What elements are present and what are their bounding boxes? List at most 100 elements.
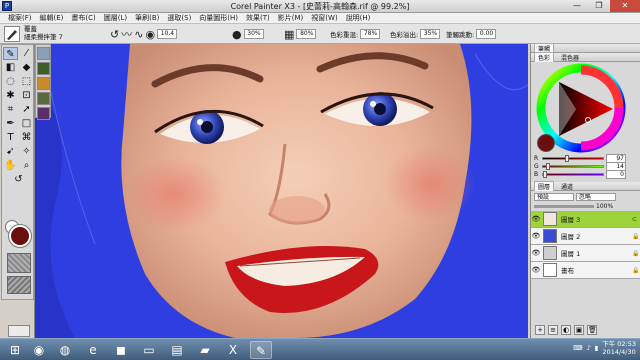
volume-icon[interactable]: ♪: [586, 344, 590, 352]
menu-layers[interactable]: 圖層(L): [100, 13, 131, 23]
firefox-icon[interactable]: ◍: [54, 341, 76, 359]
brush-category-swatch[interactable]: [37, 47, 50, 60]
lock-icon[interactable]: 🔒: [632, 233, 640, 240]
maximize-button[interactable]: ❐: [588, 0, 610, 12]
lock-icon[interactable]: 🔒: [632, 250, 640, 257]
blue-slider[interactable]: [542, 170, 604, 178]
weave-swatch-small[interactable]: [37, 107, 50, 120]
green-slider-knob[interactable]: [546, 162, 550, 170]
layer-adjuster-tool-icon[interactable]: ➚: [19, 103, 34, 116]
main-color-swatch[interactable]: [9, 225, 31, 247]
gradient-swatch-small[interactable]: [37, 77, 50, 90]
menu-file[interactable]: 檔案(F): [4, 13, 36, 23]
tab-channels[interactable]: 通道: [558, 182, 576, 191]
dropper-tool-icon[interactable]: ⁄: [19, 47, 34, 60]
grabber-tool-icon[interactable]: ✋: [3, 159, 18, 172]
line-icon[interactable]: ◼: [110, 341, 132, 359]
menu-effects[interactable]: 效果(T): [242, 13, 274, 23]
rect-select-tool-icon[interactable]: ⬚: [19, 75, 34, 88]
composite-method-select[interactable]: 預設: [534, 193, 574, 201]
bleed-field[interactable]: 35%: [420, 29, 441, 39]
layer-row-2[interactable]: 👁 圖層 2 🔒: [531, 228, 640, 245]
layer-row-1[interactable]: 👁 圖層 1 🔒: [531, 245, 640, 262]
app-icon[interactable]: ▤: [166, 341, 188, 359]
layer-opacity-slider[interactable]: [534, 205, 594, 208]
transform-tool-icon[interactable]: ⊡: [19, 89, 34, 102]
ie-icon[interactable]: e: [82, 341, 104, 359]
lock-icon[interactable]: 🔒: [632, 267, 640, 274]
pattern-swatch-small[interactable]: [37, 92, 50, 105]
menu-edit[interactable]: 編輯(E): [36, 13, 68, 23]
start-icon[interactable]: ⊞: [4, 341, 26, 359]
pattern-selector[interactable]: [7, 276, 31, 294]
folder-icon[interactable]: ▭: [138, 341, 160, 359]
stroke-attrib-icon[interactable]: ∿: [134, 28, 143, 41]
mirror-tool-icon[interactable]: ✧: [19, 145, 34, 158]
lasso-tool-icon[interactable]: ◌: [3, 75, 18, 88]
menu-help[interactable]: 說明(H): [342, 13, 375, 23]
menu-select[interactable]: 選取(S): [163, 13, 195, 23]
group-icon[interactable]: ▣: [574, 325, 584, 335]
photoshop-icon[interactable]: ▰: [194, 341, 216, 359]
paper-swatch-small[interactable]: [37, 62, 50, 75]
jitter-field[interactable]: 0.00: [476, 29, 497, 39]
fill-tool-icon[interactable]: ◆: [19, 61, 34, 74]
tab-color[interactable]: 色彩: [534, 52, 555, 62]
brush-category[interactable]: 覆蓋: [24, 25, 63, 33]
eye-icon[interactable]: 👁: [531, 215, 541, 223]
media-selector-button[interactable]: [8, 325, 30, 337]
brush-tool-icon[interactable]: ✎: [3, 47, 18, 60]
shape-tool-icon[interactable]: □: [19, 117, 34, 130]
menu-shapes[interactable]: 向量圖形(H): [195, 13, 242, 23]
tab-layers[interactable]: 圖層: [534, 181, 555, 191]
keyboard-icon[interactable]: ⌨: [573, 344, 582, 352]
red-slider-knob[interactable]: [565, 154, 569, 162]
color-panel-main-swatch[interactable]: [537, 134, 555, 152]
crop-tool-icon[interactable]: ⌗: [3, 103, 18, 116]
chrome-icon[interactable]: ◉: [28, 341, 50, 359]
close-button[interactable]: ✕: [610, 0, 640, 12]
red-slider[interactable]: [542, 154, 604, 162]
pen-tool-icon[interactable]: ✒: [3, 117, 18, 130]
resat-field[interactable]: 78%: [360, 29, 381, 39]
clock[interactable]: 下午 02:53 2014/4/30: [602, 340, 636, 356]
menu-window[interactable]: 視窗(W): [307, 13, 341, 23]
eye-icon[interactable]: 👁: [531, 266, 541, 274]
trash-icon[interactable]: 🗑: [587, 325, 597, 335]
brush-variant[interactable]: 細柔攪拌筆 7: [24, 33, 63, 41]
composite-depth-select[interactable]: 忽略: [575, 193, 616, 201]
menu-brushes[interactable]: 筆刷(B): [131, 13, 163, 23]
painting-canvas[interactable]: [34, 44, 528, 338]
network-icon[interactable]: ▮: [595, 344, 599, 352]
blue-slider-knob[interactable]: [543, 170, 547, 178]
layer-options-icon[interactable]: ≡: [548, 325, 558, 335]
menu-canvas[interactable]: 畫布(C): [67, 13, 99, 23]
stroke-type-icon[interactable]: 〰: [121, 26, 132, 42]
reset-tool-icon[interactable]: ↺: [110, 28, 119, 41]
eraser-tool-icon[interactable]: ◧: [3, 61, 18, 74]
magnifier-tool-icon[interactable]: ⌕: [19, 159, 34, 172]
new-layer-button[interactable]: +: [535, 325, 545, 335]
divine-proportion-tool-icon[interactable]: ⌘: [19, 131, 34, 144]
painter-taskbar-icon[interactable]: ✎: [250, 341, 272, 359]
minimize-button[interactable]: —: [566, 0, 588, 12]
size-field[interactable]: 10.4: [157, 29, 178, 39]
rotate-page-tool-icon[interactable]: ↺: [3, 173, 34, 186]
menu-movie[interactable]: 影片(M): [274, 13, 308, 23]
mask-icon[interactable]: ◐: [561, 325, 571, 335]
opacity-field[interactable]: 30%: [243, 29, 264, 39]
eye-icon[interactable]: 👁: [531, 249, 541, 257]
excel-icon[interactable]: X: [222, 341, 244, 359]
layer-row-canvas[interactable]: 👁 畫布 🔒: [531, 262, 640, 279]
blue-value[interactable]: 0: [606, 169, 626, 179]
brush-selector-icon[interactable]: [4, 26, 20, 42]
shape-selection-tool-icon[interactable]: ➹: [3, 145, 18, 158]
text-tool-icon[interactable]: T: [3, 131, 18, 144]
magic-wand-tool-icon[interactable]: ✱: [3, 89, 18, 102]
eye-icon[interactable]: 👁: [531, 232, 541, 240]
paper-selector[interactable]: [7, 253, 31, 273]
tab-mixer[interactable]: 混色器: [558, 53, 582, 62]
green-slider[interactable]: [542, 162, 604, 170]
grain-field[interactable]: 80%: [296, 29, 317, 39]
layer-row-3[interactable]: 👁 圖層 3 ⊂: [531, 211, 640, 228]
